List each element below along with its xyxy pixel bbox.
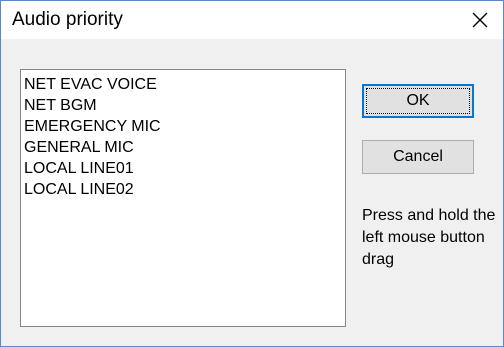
ok-button[interactable]: OK	[362, 84, 474, 118]
window-title: Audio priority	[12, 9, 123, 30]
drag-hint-text: Press and hold the left mouse button dra…	[362, 207, 496, 268]
ok-button-label: OK	[406, 92, 430, 109]
close-icon	[472, 12, 488, 28]
close-button[interactable]	[457, 1, 503, 39]
audio-priority-dialog: Audio priority NET EVAC VOICE NET BGM EM…	[0, 0, 504, 347]
cancel-button[interactable]: Cancel	[362, 140, 474, 174]
dialog-client-area: NET EVAC VOICE NET BGM EMERGENCY MIC GEN…	[1, 39, 503, 346]
list-item[interactable]: LOCAL LINE02	[21, 179, 345, 200]
list-item[interactable]: NET BGM	[21, 95, 345, 116]
list-item[interactable]: NET EVAC VOICE	[21, 74, 345, 95]
title-bar[interactable]: Audio priority	[1, 1, 503, 39]
priority-list: NET EVAC VOICE NET BGM EMERGENCY MIC GEN…	[21, 70, 345, 200]
list-item[interactable]: EMERGENCY MIC	[21, 116, 345, 137]
cancel-button-label: Cancel	[393, 148, 443, 165]
list-item[interactable]: LOCAL LINE01	[21, 158, 345, 179]
priority-listbox[interactable]: NET EVAC VOICE NET BGM EMERGENCY MIC GEN…	[20, 69, 346, 327]
list-item[interactable]: GENERAL MIC	[21, 137, 345, 158]
